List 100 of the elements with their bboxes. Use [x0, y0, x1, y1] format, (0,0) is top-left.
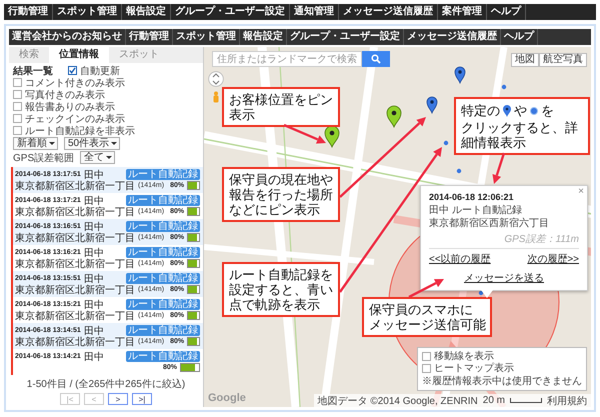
nav-link[interactable]: メッセージ送信履歴: [339, 4, 438, 20]
address-text: 東京都新宿区北新宿一丁目: [15, 256, 135, 270]
nav-link[interactable]: グループ・ユーザー設定: [287, 29, 404, 45]
track-dot-icon[interactable]: [478, 290, 484, 296]
route-badge: ルート自動記録: [126, 247, 200, 258]
address-text: 東京都新宿区北新宿一丁目: [15, 282, 135, 296]
checkbox[interactable]: [422, 352, 431, 360]
track-dot-icon[interactable]: [456, 168, 462, 174]
staff-name: 田中: [84, 220, 104, 232]
checkbox[interactable]: [68, 66, 77, 75]
callout-text: お客様位置をピン: [229, 92, 333, 107]
battery-icon: [187, 285, 200, 294]
checkbox-label: コメント付きのみ表示: [25, 76, 125, 90]
route-badge: ルート自動記録: [126, 299, 200, 310]
checkbox[interactable]: [13, 90, 22, 99]
checkbox[interactable]: [13, 102, 22, 111]
map-pin-icon[interactable]: [454, 66, 466, 84]
staff-name: 田中: [84, 298, 104, 310]
callout-text: メッセージ送信可能: [369, 317, 486, 332]
page-size-select[interactable]: 50件表示: [64, 137, 120, 150]
checkbox-label: 自動更新: [80, 64, 120, 78]
map-type-button[interactable]: 航空写真: [539, 53, 587, 67]
track-dot-icon[interactable]: [444, 140, 448, 146]
callout-text: ルート自動記録を: [229, 267, 333, 282]
close-button[interactable]: ×: [578, 187, 584, 197]
previous-link[interactable]: <<以前の履歴: [429, 252, 491, 266]
nav-link[interactable]: 行動管理: [4, 4, 53, 20]
checkbox[interactable]: [422, 364, 431, 372]
callout-text: 表示: [229, 107, 255, 122]
sort-select[interactable]: 新着順: [13, 137, 58, 150]
nav-link[interactable]: スポット管理: [53, 4, 122, 20]
popup-address: 東京都新宿区西新宿六丁目: [429, 217, 550, 230]
nav-link[interactable]: 報告設定: [122, 4, 171, 20]
callout-text: などにピン表示: [229, 202, 320, 217]
search-field[interactable]: 住所またはランドマークで検索: [212, 51, 362, 67]
search-icon: [371, 54, 381, 64]
staff-name: 田中: [84, 272, 104, 284]
map-type-button[interactable]: 地図: [511, 53, 539, 67]
address-text: 東京都新宿区北新宿一丁目: [15, 308, 135, 322]
next-link[interactable]: 次の履歴>>: [527, 252, 579, 266]
gps-range-select[interactable]: 全て: [80, 151, 116, 164]
battery-icon: [187, 233, 200, 242]
map-pin-icon[interactable]: [426, 96, 438, 114]
nav-link[interactable]: 行動管理: [126, 29, 173, 45]
staff-name: 田中: [84, 324, 104, 336]
attribution-text: 地図データ ©2014 Google, ZENRIN: [318, 394, 478, 407]
terms-link[interactable]: 利用規約: [547, 394, 587, 407]
route-badge: ルート自動記録: [126, 351, 200, 362]
checkbox[interactable]: [13, 126, 22, 135]
popup-time: 2014-06-18 12:06:21: [429, 192, 515, 202]
map-pin-icon: [503, 104, 511, 117]
callout-text: 設定すると、青い: [229, 282, 333, 297]
gps-accuracy-text: GPS誤差：111m: [429, 232, 579, 249]
arrow: [284, 124, 326, 144]
nav-link[interactable]: グループ・ユーザー設定: [171, 4, 290, 20]
nav-link[interactable]: 案件管理: [438, 4, 487, 20]
callout-text: 報告を行った場所: [229, 187, 333, 202]
track-dot-icon[interactable]: [502, 84, 506, 90]
pan-control-icon[interactable]: [208, 71, 224, 87]
page-summary: 1-50件目 / (全265件中265件に絞込): [26, 378, 186, 391]
callout-text: 特定の: [461, 103, 500, 118]
nav-link[interactable]: ヘルプ: [501, 29, 538, 45]
nav-link[interactable]: メッセージ送信履歴: [404, 29, 501, 45]
nav-link[interactable]: 通知管理: [290, 4, 339, 20]
checkbox-label: チェックインのみ表示: [25, 112, 125, 126]
dot-icon: [530, 106, 538, 115]
checkbox[interactable]: [13, 78, 22, 87]
route-badge: ルート自動記録: [126, 325, 200, 336]
layer-note: ※履歴情報表示中は使用できません: [422, 374, 582, 388]
scale-text: 20 m: [482, 395, 505, 406]
checkbox[interactable]: [13, 114, 22, 123]
nav-link[interactable]: ヘルプ: [487, 4, 526, 20]
address-text: 東京都新宿区北新宿一丁目: [15, 230, 135, 244]
nav-link[interactable]: スポット管理: [173, 29, 240, 45]
address-text: 東京都新宿区北新宿一丁目: [15, 178, 135, 192]
map-pin-icon[interactable]: [386, 106, 402, 128]
checkbox-label: 報告書ありのみ表示: [25, 100, 115, 114]
results-heading: 結果一覧: [13, 64, 53, 78]
battery-icon: [187, 259, 200, 268]
send-message-link[interactable]: メッセージを送る: [464, 273, 544, 284]
nav-link[interactable]: 運営会社からのお知らせ: [9, 29, 126, 45]
checkbox-label: 移動線を表示: [434, 350, 494, 362]
route-badge: ルート自動記録: [126, 195, 200, 206]
callout-text: 細情報表示: [461, 135, 526, 150]
map-logo: Google: [208, 392, 246, 404]
battery-icon: [187, 181, 200, 190]
address-text: 東京都新宿区北新宿一丁目: [15, 334, 135, 348]
staff-name: 田中: [84, 168, 104, 180]
route-badge: ルート自動記録: [126, 169, 200, 180]
page-button[interactable]: >: [108, 393, 128, 405]
battery-icon: [187, 337, 200, 346]
page-button[interactable]: >|: [132, 393, 152, 405]
gps-range-label: GPS誤差範囲: [13, 152, 74, 164]
checkbox-label: ルート自動記録を非表示: [25, 124, 135, 138]
search-button[interactable]: [362, 51, 390, 67]
scale-bar-icon: [510, 398, 542, 403]
tab[interactable]: 位置情報: [49, 47, 109, 63]
nav-link[interactable]: 報告設定: [240, 29, 287, 45]
callout-text: を: [541, 103, 554, 118]
route-badge: ルート自動記録: [126, 221, 200, 232]
